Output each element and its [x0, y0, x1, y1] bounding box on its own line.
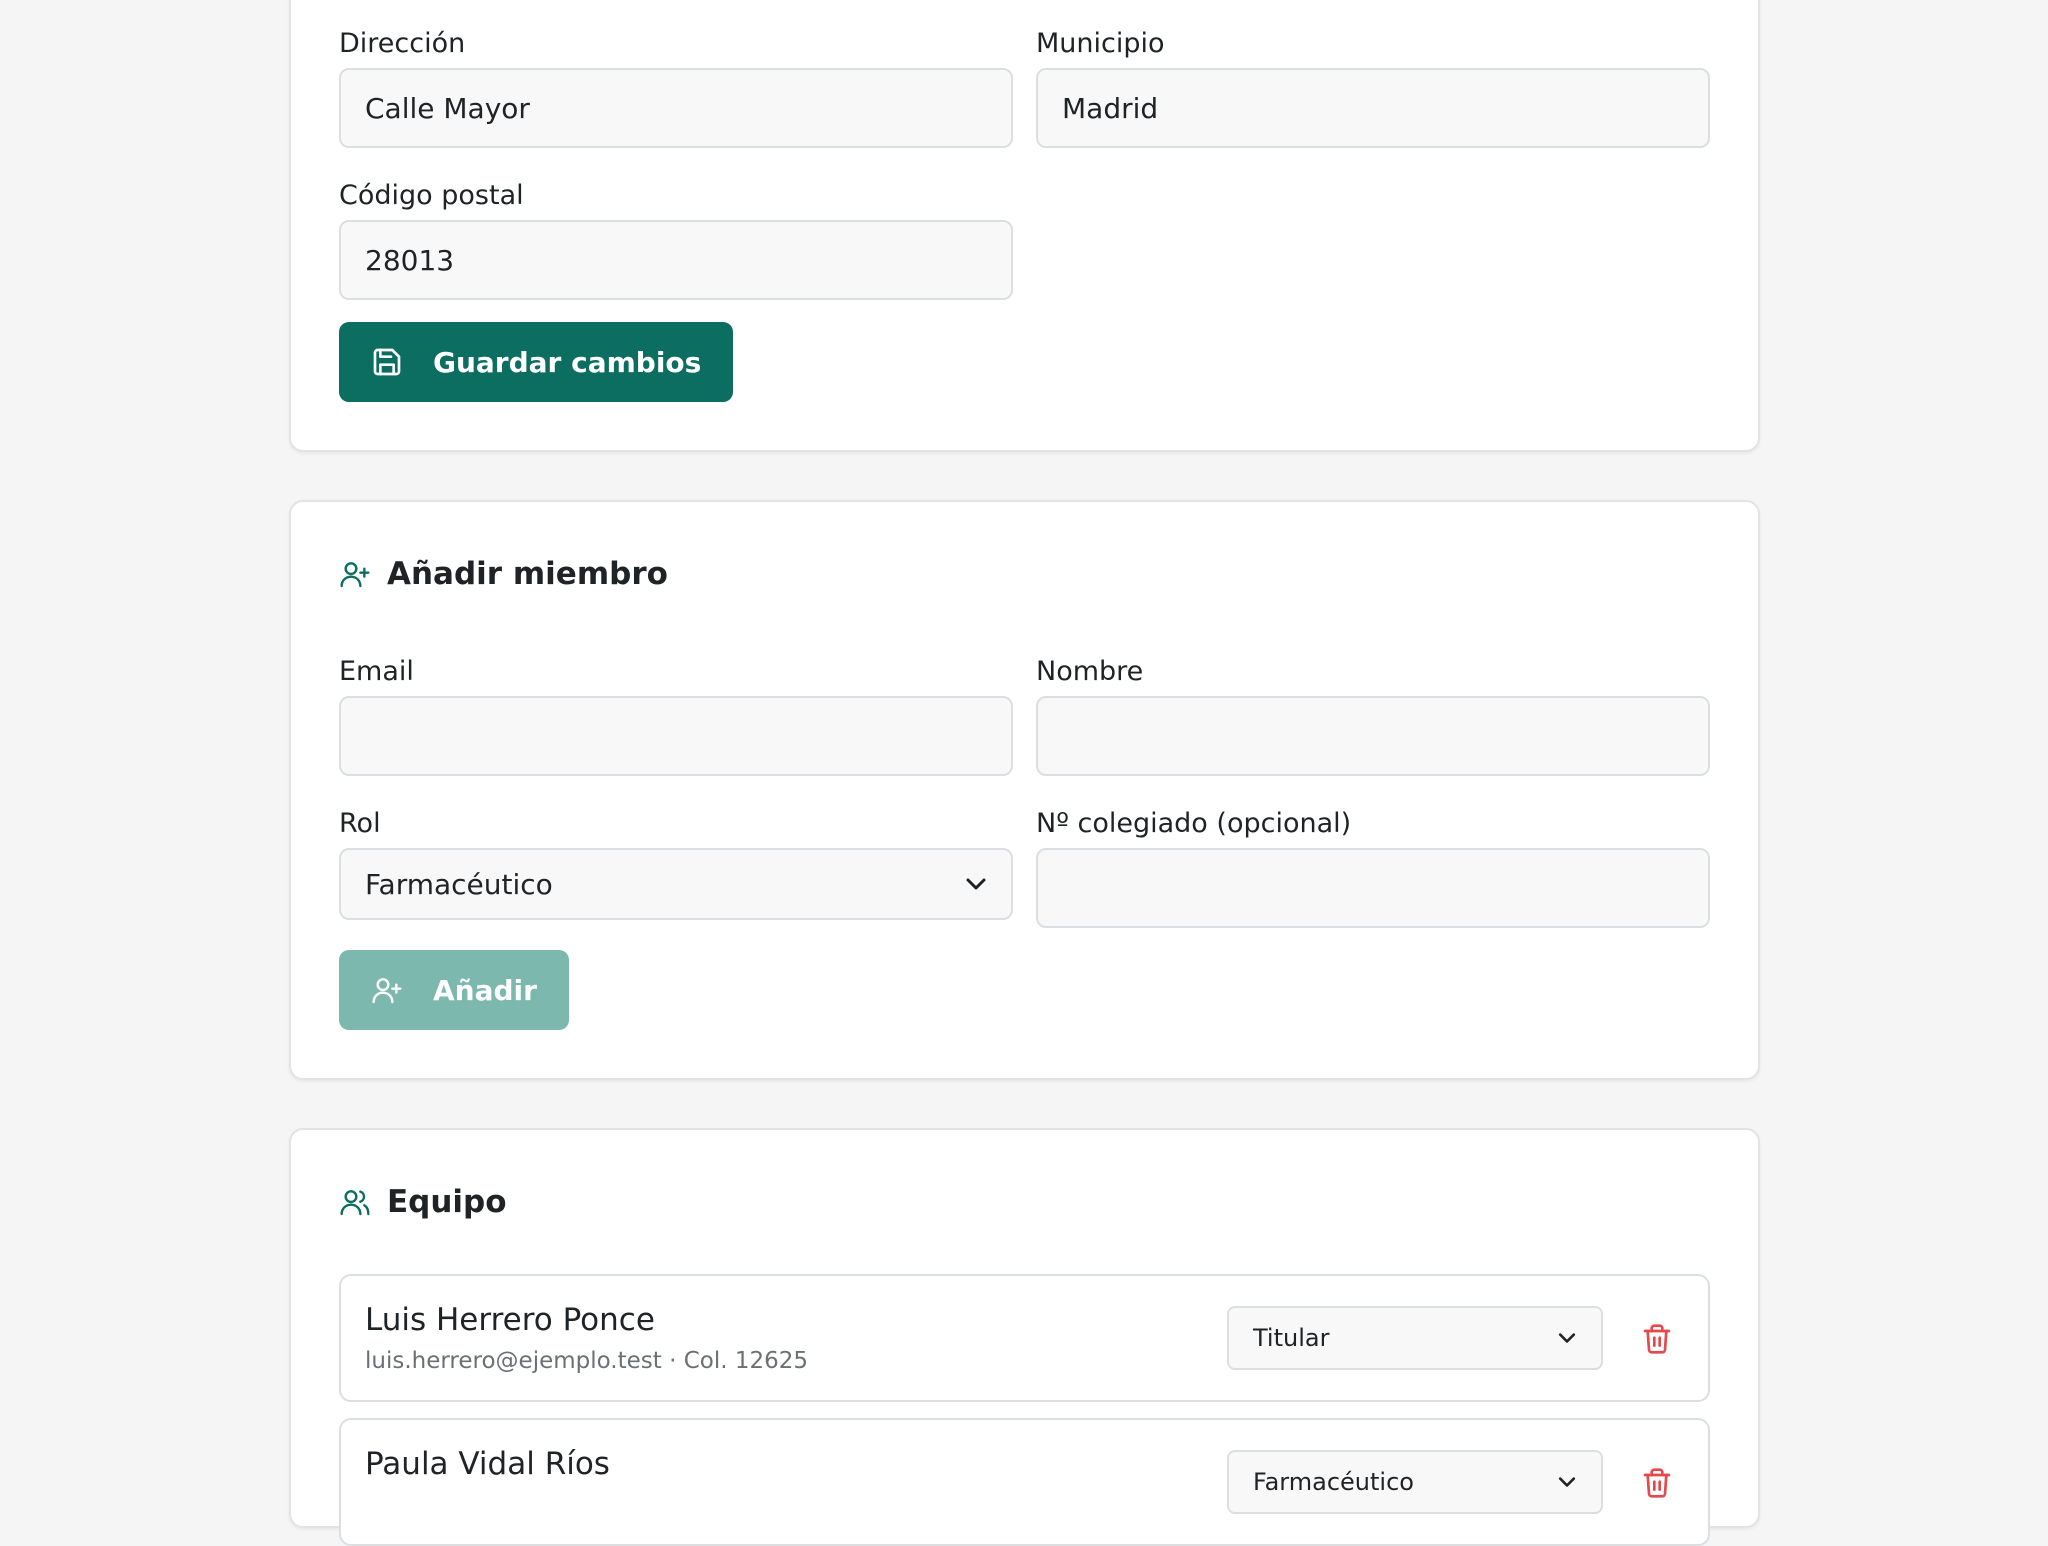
member-role-selected: Farmacéutico	[1253, 1468, 1414, 1496]
team-title-text: Equipo	[387, 1184, 507, 1220]
address-card: Dirección Calle Mayor Municipio Madrid C…	[289, 0, 1760, 452]
team-card: Equipo Luis Herrero Ponce luis.herrero@e…	[289, 1128, 1760, 1546]
codigo-postal-label: Código postal	[339, 180, 524, 211]
add-member-card: Añadir miembro Email Nombre Rol Farmacéu…	[289, 500, 1760, 1080]
colegiado-label: Nº colegiado (opcional)	[1036, 808, 1352, 839]
municipio-value: Madrid	[1062, 91, 1159, 125]
trash-icon[interactable]	[1641, 1466, 1673, 1500]
user-plus-icon	[372, 978, 402, 1004]
user-plus-icon	[340, 562, 370, 588]
codigo-postal-input[interactable]: 28013	[339, 220, 1013, 300]
email-label: Email	[339, 656, 414, 687]
save-icon	[373, 348, 401, 376]
trash-icon[interactable]	[1641, 1322, 1673, 1356]
member-name: Luis Herrero Ponce	[365, 1302, 655, 1338]
users-icon	[340, 1190, 370, 1216]
member-row: Luis Herrero Ponce luis.herrero@ejemplo.…	[339, 1274, 1710, 1402]
member-role-select[interactable]: Farmacéutico	[1227, 1450, 1603, 1514]
municipio-label: Municipio	[1036, 28, 1165, 59]
codigo-postal-value: 28013	[365, 243, 455, 277]
member-row: Paula Vidal Ríos Farmacéutico	[339, 1418, 1710, 1546]
direccion-label: Dirección	[339, 28, 466, 59]
chevron-down-icon	[966, 878, 986, 890]
add-member-title-text: Añadir miembro	[387, 556, 668, 592]
add-member-button-label: Añadir	[433, 973, 537, 1007]
direccion-input[interactable]: Calle Mayor	[339, 68, 1013, 148]
email-input[interactable]	[339, 696, 1013, 776]
rol-label: Rol	[339, 808, 381, 839]
add-member-button[interactable]: Añadir	[339, 950, 569, 1030]
nombre-label: Nombre	[1036, 656, 1144, 687]
save-button[interactable]: Guardar cambios	[339, 322, 734, 402]
rol-select[interactable]: Farmacéutico	[339, 848, 1013, 920]
member-role-selected: Titular	[1253, 1324, 1330, 1352]
add-member-title: Añadir miembro	[339, 556, 668, 592]
member-role-select[interactable]: Titular	[1227, 1306, 1603, 1370]
direccion-value: Calle Mayor	[365, 91, 530, 125]
save-button-label: Guardar cambios	[433, 345, 702, 379]
rol-selected: Farmacéutico	[365, 867, 553, 901]
member-meta: luis.herrero@ejemplo.test · Col. 12625	[365, 1348, 809, 1374]
municipio-input[interactable]: Madrid	[1036, 68, 1710, 148]
team-title: Equipo	[339, 1184, 507, 1220]
chevron-down-icon	[1558, 1333, 1576, 1343]
member-name: Paula Vidal Ríos	[365, 1446, 610, 1482]
chevron-down-icon	[1558, 1477, 1576, 1487]
colegiado-input[interactable]	[1036, 848, 1710, 928]
nombre-input[interactable]	[1036, 696, 1710, 776]
